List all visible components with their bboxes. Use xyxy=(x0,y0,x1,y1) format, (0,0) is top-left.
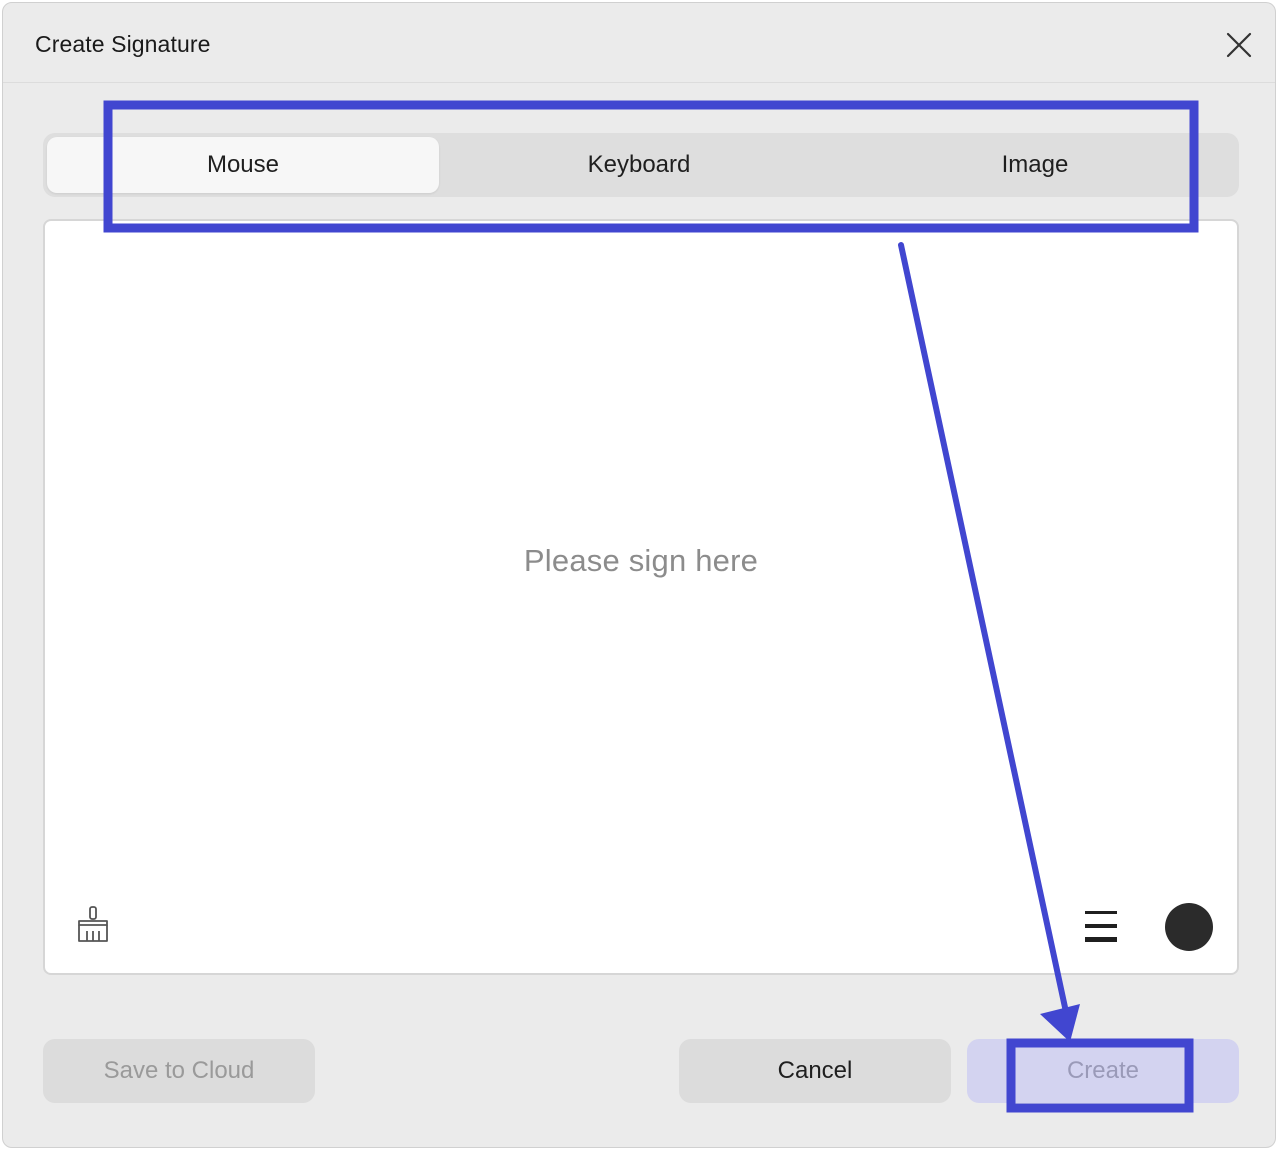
close-icon xyxy=(1226,32,1252,58)
dialog-title-bar: Create Signature xyxy=(3,3,1275,83)
tab-mouse[interactable]: Mouse xyxy=(47,137,439,193)
create-button[interactable]: Create xyxy=(967,1039,1239,1103)
tab-keyboard[interactable]: Keyboard xyxy=(443,137,835,193)
save-to-cloud-button[interactable]: Save to Cloud xyxy=(43,1039,315,1103)
pen-color-button[interactable] xyxy=(1165,903,1213,951)
brush-icon xyxy=(78,906,108,942)
tab-image[interactable]: Image xyxy=(839,137,1231,193)
clear-signature-button[interactable] xyxy=(71,903,115,947)
close-button[interactable] xyxy=(1219,25,1259,65)
cancel-button[interactable]: Cancel xyxy=(679,1039,951,1103)
line-thickness-icon xyxy=(1085,911,1117,942)
line-thickness-button[interactable] xyxy=(1083,907,1121,945)
sign-placeholder: Please sign here xyxy=(523,543,759,578)
create-signature-dialog: Create Signature Mouse Keyboard Image Pl… xyxy=(2,2,1276,1148)
signature-mode-tabs: Mouse Keyboard Image xyxy=(43,133,1239,197)
signature-canvas[interactable]: Please sign here xyxy=(43,219,1239,975)
dialog-title: Create Signature xyxy=(35,31,211,57)
